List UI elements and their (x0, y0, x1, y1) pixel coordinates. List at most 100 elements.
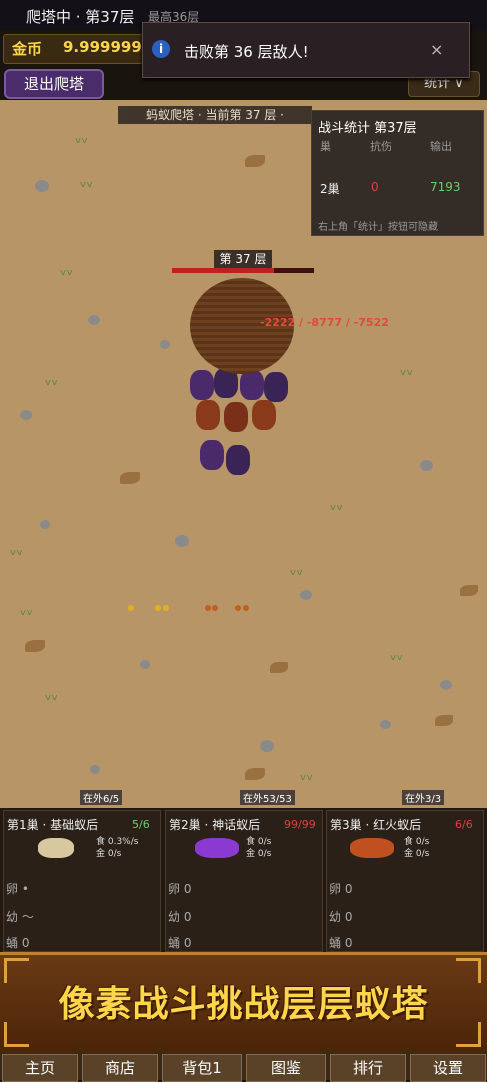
grass: ᵥᵥ (390, 645, 404, 664)
close-icon[interactable]: × (430, 40, 443, 59)
leaf (120, 472, 140, 484)
tunnel-label-1: 在外6/5 (80, 790, 123, 805)
nav-settings[interactable]: 设置 (410, 1054, 486, 1082)
leaf (245, 155, 265, 167)
grass: ᵥᵥ (80, 172, 94, 191)
nest-row-pupa: 蛹 0 (329, 936, 353, 950)
nest-rate-gold: 金 0/s (246, 849, 272, 859)
rock (380, 720, 391, 729)
nest-title: 第3巢 · 红火蚁后 (330, 818, 422, 832)
nest-count: 6/6 (455, 818, 473, 831)
grass: ᵥᵥ (45, 370, 59, 389)
nest-rate-food: 食 0/s (246, 837, 272, 847)
stats-row-damage: 7193 (430, 180, 461, 194)
tower-floor-label: 蚂蚁爬塔 · 当前第 37 层 · (118, 106, 312, 124)
red-ant (252, 400, 276, 430)
leaf (460, 585, 478, 596)
nest-row-egg: 卵 • (6, 882, 29, 896)
nest-row-egg: 卵 0 (168, 882, 192, 896)
nest-title: 第2巢 · 神话蚁后 (169, 818, 261, 832)
food-pellet (243, 605, 249, 611)
tunnel-label-2: 在外53/53 (240, 790, 295, 805)
leaf (435, 715, 453, 726)
rock (40, 520, 50, 529)
stats-header-nest: 巢 (320, 140, 331, 153)
rock (35, 180, 49, 192)
damage-numbers: -2222 / -8777 / -7522 (260, 316, 389, 329)
nest-rate-gold: 金 0/s (96, 849, 122, 859)
nest-rate-food: 食 0.3%/s (96, 837, 139, 847)
purple-ant (240, 370, 264, 400)
coin-label: 金币 (12, 40, 43, 58)
page-title: 爬塔中 · 第37层 (26, 8, 135, 26)
rock (260, 740, 274, 752)
food-pellet (163, 605, 169, 611)
purple-ant (264, 372, 288, 402)
rock (175, 535, 189, 547)
purple-ant (190, 370, 214, 400)
rock (140, 660, 150, 669)
rock (20, 410, 32, 420)
nest-row-larva: 幼 0 (168, 910, 192, 924)
nest-row-larva: 幼 0 (329, 910, 353, 924)
tunnel-label-3: 在外3/3 (402, 790, 445, 805)
leaf (270, 662, 288, 673)
grass: ᵥᵥ (20, 600, 34, 619)
rock (88, 315, 100, 325)
stats-row-nest: 2巢 (320, 182, 340, 196)
stats-header-tank: 抗伤 (370, 140, 392, 153)
nav-codex[interactable]: 图鉴 (246, 1054, 326, 1082)
grass: ᵥᵥ (10, 540, 24, 559)
nest-rate-food: 食 0/s (404, 837, 430, 847)
battle-stats-title: 战斗统计 第37层 (318, 121, 417, 136)
food-pellet (212, 605, 218, 611)
queen-ant-icon (350, 838, 394, 858)
food-pellet (155, 605, 161, 611)
red-ant (224, 402, 248, 432)
food-pellet (205, 605, 211, 611)
toast-message: 击败第 36 层敌人! (184, 43, 309, 61)
stats-row-tank: 0 (371, 180, 379, 194)
enemy-hp-fill (172, 268, 275, 273)
rock (440, 680, 452, 690)
nav-shop[interactable]: 商店 (82, 1054, 158, 1082)
nest-rate-gold: 金 0/s (404, 849, 430, 859)
grass: ᵥᵥ (290, 560, 304, 579)
info-icon: i (152, 40, 170, 58)
nav-ranking[interactable]: 排行 (330, 1054, 406, 1082)
grass: ᵥᵥ (60, 260, 74, 279)
grass: ᵥᵥ (330, 495, 344, 514)
nest-count: 99/99 (284, 818, 316, 831)
battle-stats-footer: 右上角「统计」按钮可隐藏 (318, 222, 438, 233)
purple-ant (200, 440, 224, 470)
purple-ant (226, 445, 250, 475)
exit-tower-button[interactable]: 退出爬塔 (4, 69, 104, 99)
nest-count: 5/6 (132, 818, 150, 831)
queen-ant-icon (195, 838, 239, 858)
nest-row-larva: 幼 〜 (6, 910, 34, 924)
queen-ant-icon (38, 838, 74, 858)
food-pellet (235, 605, 241, 611)
rock (300, 590, 312, 600)
nav-home[interactable]: 主页 (2, 1054, 78, 1082)
grass: ᵥᵥ (400, 360, 414, 379)
nest-title: 第1巢 · 基础蚁后 (7, 818, 99, 832)
rock (90, 765, 100, 774)
stats-header-damage: 输出 (430, 140, 452, 153)
food-pellet (128, 605, 134, 611)
leaf (25, 640, 45, 652)
nest-row-egg: 卵 0 (329, 882, 353, 896)
red-ant (196, 400, 220, 430)
rock (420, 460, 433, 471)
nest-row-pupa: 蛹 0 (168, 936, 192, 950)
nav-backpack[interactable]: 背包1 (162, 1054, 242, 1082)
grass: ᵥᵥ (75, 128, 89, 147)
coin-value: 9.999999 (63, 38, 142, 56)
banner-text: 像素战斗挑战层层蚁塔 (58, 984, 429, 1025)
nest-row-pupa: 蛹 0 (6, 936, 30, 950)
grass: ᵥᵥ (45, 685, 59, 704)
rock (160, 340, 170, 349)
leaf (245, 768, 265, 780)
grass: ᵥᵥ (300, 765, 314, 784)
enemy-floor-tag: 第 37 层 (214, 250, 272, 268)
